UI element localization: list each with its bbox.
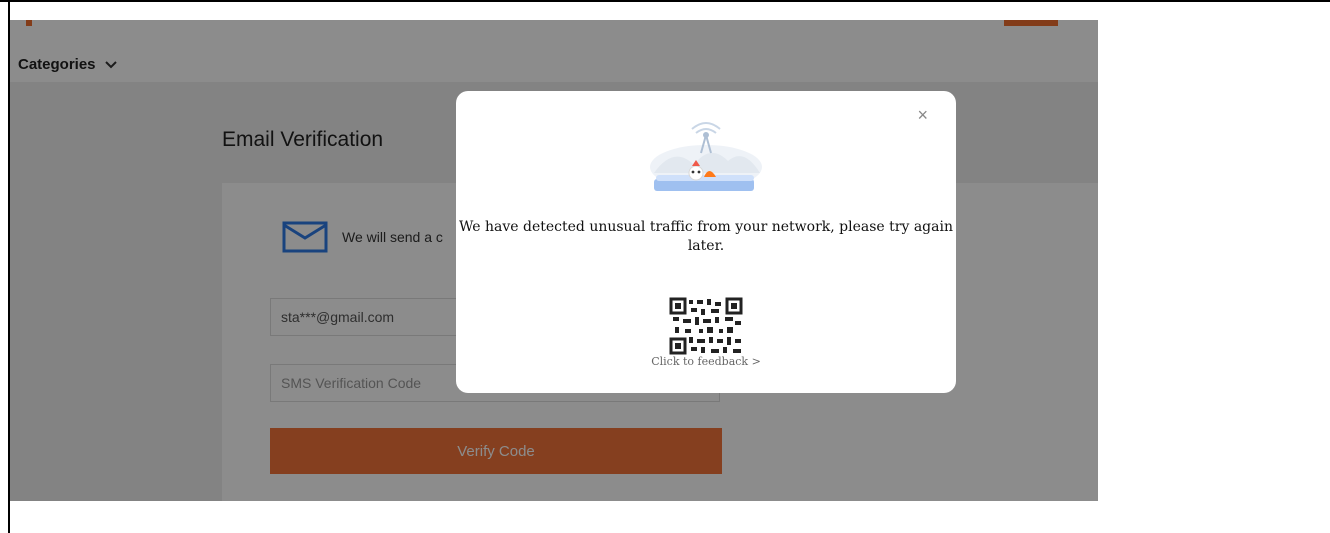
network-illustration [650,122,762,191]
traffic-warning-dialog: × We have detected unusual traffic from … [456,91,956,393]
feedback-link[interactable]: Click to feedback > [456,355,956,368]
warning-message: We have detected unusual traffic from yo… [459,219,953,254]
window-border-top [0,0,1330,2]
close-icon[interactable]: × [917,105,928,126]
qr-code[interactable] [669,297,743,355]
